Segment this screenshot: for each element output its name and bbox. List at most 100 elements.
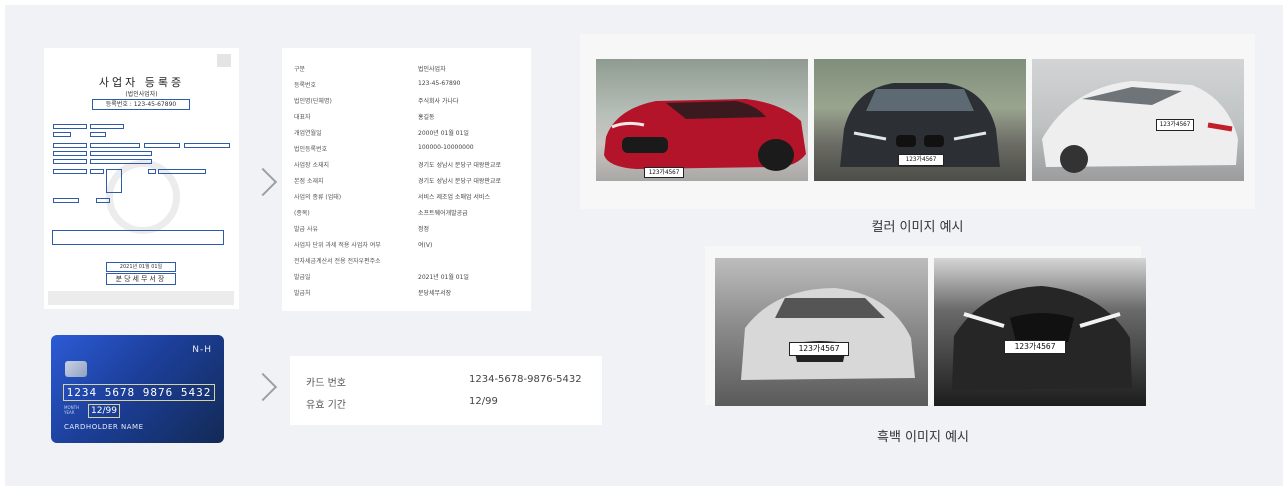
info-row: 발급일 2021년 01월 01일 — [294, 272, 529, 288]
info-value: 경기도 성남시 분당구 대왕판교로 — [418, 162, 502, 169]
mono-caption: 흑백 이미지 예시 — [877, 430, 969, 445]
doc-field-box — [96, 198, 110, 203]
license-plate: 123가4567 — [644, 167, 684, 178]
info-label: 개업연월일 — [294, 130, 322, 137]
info-label: 전자세금계산서 전용 전자우편주소 — [294, 258, 381, 265]
info-row: 대표자 홍길동 — [294, 112, 529, 128]
doc-field-box — [53, 143, 87, 148]
info-value: 서비스 제조업 소매업 서비스 — [418, 194, 490, 201]
doc-field-box — [90, 159, 152, 164]
card-info-panel: 카드 번호 1234-5678-9876-5432 유효 기간 12/99 — [290, 356, 602, 425]
license-plate: 123가4567 — [898, 154, 944, 166]
red-car-photo: 123가4567 — [596, 59, 808, 181]
card-info-label: 카드 번호 — [306, 378, 346, 389]
license-plate: 123가4567 — [1156, 119, 1194, 131]
business-registration-document: 사업자 등록증 (법인사업자) 등록번호 : 123-45-67890 2021… — [44, 48, 239, 309]
info-row: (종목) 소프트웨어개발공급 — [294, 208, 529, 224]
white-car-photo: 123가4567 — [1032, 59, 1244, 181]
red-car-illustration — [604, 99, 806, 171]
info-label: (종목) — [294, 210, 310, 217]
mono-image-panel: 123가4567 123가4567 — [705, 246, 1146, 406]
info-value: 소프트웨어개발공급 — [418, 210, 468, 217]
color-caption: 컬러 이미지 예시 — [871, 220, 964, 235]
doc-field-box — [90, 151, 152, 156]
doc-field-box — [53, 169, 87, 174]
info-label: 등록번호 — [294, 82, 317, 89]
card-info-value: 12/99 — [469, 396, 498, 407]
doc-footer-bar — [48, 291, 234, 305]
business-info-panel: 구분 법인사업자 등록번호 123-45-67890 법인명(단체명) 주식회사 가나… — [282, 48, 531, 311]
doc-field-box — [90, 169, 104, 174]
document-date: 2021년 01월 01일 — [106, 262, 176, 272]
info-label: 발급처 — [294, 290, 311, 297]
info-row: 법인등록번호 100000-10000000 — [294, 144, 529, 160]
doc-field-box — [106, 169, 122, 193]
card-info-label: 유효 기간 — [306, 400, 346, 411]
white-car-illustration — [1042, 81, 1238, 173]
doc-field-box — [53, 151, 87, 156]
credit-card-image: N-H 1234 5678 9876 5432 MONTH YEAR 12/99 … — [51, 335, 224, 443]
doc-field-box — [90, 132, 106, 137]
license-plate: 123가4567 — [1004, 340, 1066, 354]
info-row: 발급 사유 정정 — [294, 224, 529, 240]
document-reg-number: 등록번호 : 123-45-67890 — [92, 99, 190, 110]
info-value: 홍길동 — [418, 114, 435, 121]
info-row: 사업장 소재지 경기도 성남시 분당구 대왕판교로 — [294, 160, 529, 176]
info-value: 2000년 01월 01일 — [418, 130, 469, 137]
info-label: 법인명(단체명) — [294, 98, 332, 105]
info-value: 여(V) — [418, 242, 433, 249]
info-label: 법인등록번호 — [294, 146, 328, 153]
info-row: 구분 법인사업자 — [294, 64, 529, 80]
mono-car-photo-1: 123가4567 — [715, 258, 928, 406]
info-value: 100000-10000000 — [418, 144, 474, 151]
info-row: 법인명(단체명) 주식회사 가나다 — [294, 96, 529, 112]
doc-field-box — [53, 198, 79, 203]
info-row: 사업자 단위 과세 적용 사업자 여부 여(V) — [294, 240, 529, 256]
doc-field-box — [144, 143, 180, 148]
doc-notice-box — [52, 230, 224, 245]
info-value: 주식회사 가나다 — [418, 98, 459, 105]
doc-field-box — [158, 169, 206, 174]
year-label: YEAR — [64, 410, 75, 415]
dark-car-photo: 123가4567 — [814, 59, 1026, 181]
card-holder-name: CARDHOLDER NAME — [64, 423, 144, 431]
info-row: 본점 소재지 경기도 성남시 분당구 대왕판교로 — [294, 176, 529, 192]
info-label: 발급일 — [294, 274, 311, 281]
info-label: 구분 — [294, 66, 306, 73]
doc-field-box — [90, 143, 140, 148]
info-row: 사업의 종류 (업태) 서비스 제조업 소매업 서비스 — [294, 192, 529, 208]
document-title: 사업자 등록증 — [98, 76, 185, 89]
info-label: 사업장 소재지 — [294, 162, 330, 169]
card-info-value: 1234-5678-9876-5432 — [469, 374, 582, 385]
info-label: 사업의 종류 (업태) — [294, 194, 342, 201]
doc-field-box — [53, 159, 87, 164]
info-value: 경기도 성남시 분당구 대왕판교로 — [418, 178, 502, 185]
info-label: 발급 사유 — [294, 226, 318, 233]
card-number: 1234 5678 9876 5432 — [63, 384, 215, 401]
info-row: 등록번호 123-45-67890 — [294, 80, 529, 96]
info-label: 대표자 — [294, 114, 311, 121]
license-plate: 123가4567 — [789, 342, 849, 356]
doc-field-box — [90, 124, 124, 129]
card-expiry-labels: MONTH YEAR — [64, 405, 79, 415]
document-type: (법인사업자) — [125, 91, 158, 98]
info-row: 개업연월일 2000년 01월 01일 — [294, 128, 529, 144]
info-row: 전자세금계산서 전용 전자우편주소 — [294, 256, 529, 272]
info-value: 법인사업자 — [418, 66, 446, 73]
info-label: 사업자 단위 과세 적용 사업자 여부 — [294, 242, 381, 249]
mono-car-photo-2: 123가4567 — [934, 258, 1146, 406]
info-value: 2021년 01월 01일 — [418, 274, 469, 281]
info-value: 분당세무서장 — [418, 290, 452, 297]
card-brand-logo: N-H — [192, 345, 212, 355]
mono-car-illustration-2 — [952, 286, 1132, 390]
color-image-panel: 123가4567 123가4567 123가4567 — [580, 34, 1255, 209]
doc-field-box — [184, 143, 230, 148]
doc-field-box — [148, 169, 156, 174]
info-label: 본점 소재지 — [294, 178, 324, 185]
doc-field-box — [53, 124, 87, 129]
card-chip-icon — [65, 361, 87, 377]
card-expiry: 12/99 — [88, 404, 120, 418]
corner-mark — [217, 54, 231, 67]
document-office: 분당세무서장 — [106, 273, 176, 285]
mono-car-illustration-1 — [741, 288, 915, 380]
